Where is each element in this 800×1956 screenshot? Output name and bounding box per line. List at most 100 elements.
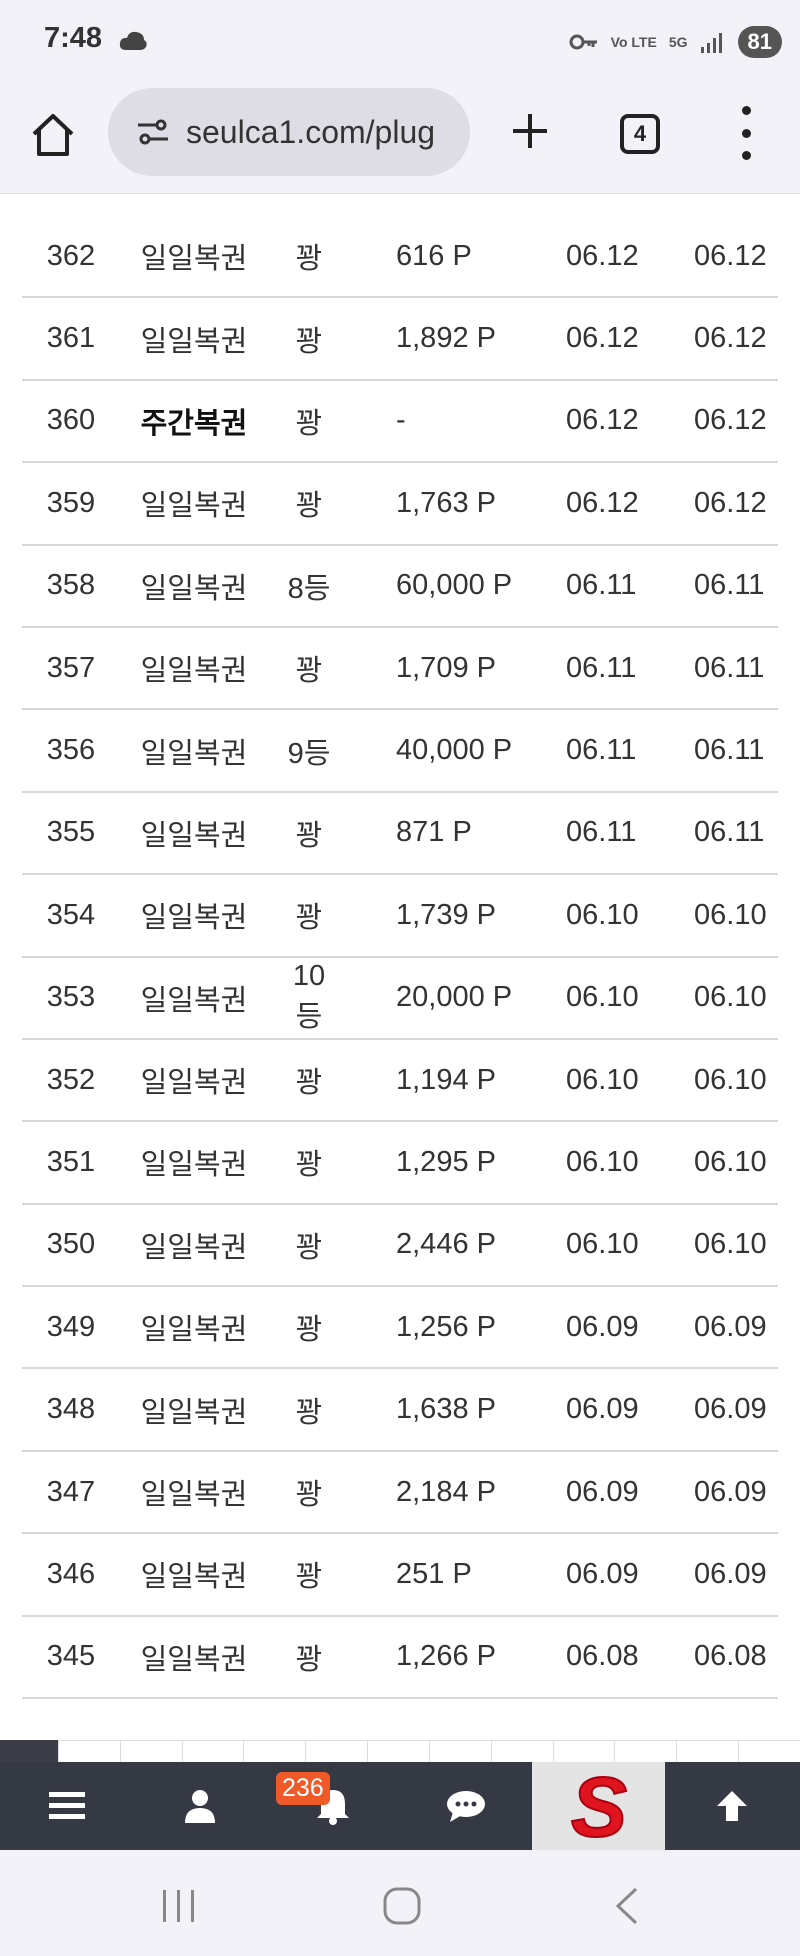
prize-points: 2,184 P <box>396 1475 496 1508</box>
new-tab-icon[interactable] <box>505 106 555 156</box>
issue-date: 06.09 <box>694 1310 767 1343</box>
row-number: 361 <box>46 322 96 355</box>
table-row[interactable]: 360 주간복권 꽝 - 06.12 06.12 <box>22 381 778 464</box>
site-settings-icon[interactable] <box>134 113 172 151</box>
status-bar: 7:48 Vo LTE 5G 81 <box>0 0 800 84</box>
lottery-name: 일일복권 <box>140 1149 248 1182</box>
more-menu-icon[interactable] <box>736 106 756 160</box>
prize-points: 1,256 P <box>396 1310 496 1343</box>
home-icon[interactable] <box>28 110 78 160</box>
lottery-name: 일일복권 <box>140 1479 248 1512</box>
row-number: 362 <box>46 239 96 272</box>
table-row[interactable]: 361 일일복권 꽝 1,892 P 06.12 06.12 <box>22 298 778 381</box>
prize-points: 251 P <box>396 1557 472 1590</box>
prize-points: 1,709 P <box>396 651 496 684</box>
issue-date: 06.12 <box>694 239 767 272</box>
table-row[interactable]: 346 일일복권 꽝 251 P 06.09 06.09 <box>22 1534 778 1617</box>
table-row[interactable]: 347 일일복권 꽝 2,184 P 06.09 06.09 <box>22 1452 778 1535</box>
table-row[interactable]: 359 일일복권 꽝 1,763 P 06.12 06.12 <box>22 463 778 546</box>
battery-indicator: 81 <box>737 26 782 58</box>
row-number: 348 <box>46 1393 96 1426</box>
prize-points: 1,266 P <box>396 1640 496 1673</box>
result-rank: 꽝 <box>295 407 323 440</box>
issue-date: 06.10 <box>694 981 767 1014</box>
row-number: 354 <box>46 898 96 931</box>
menu-icon <box>48 1792 85 1819</box>
android-home-icon[interactable] <box>382 1886 422 1926</box>
row-number: 353 <box>46 981 96 1014</box>
table-row[interactable]: 349 일일복권 꽝 1,256 P 06.09 06.09 <box>22 1287 778 1370</box>
back-icon[interactable] <box>612 1886 640 1926</box>
draw-date: 06.10 <box>566 1228 639 1261</box>
network-label: 5G <box>668 34 688 50</box>
scroll-top-button[interactable] <box>665 1762 798 1850</box>
url-bar[interactable]: seulca1.com/plug <box>108 88 470 176</box>
url-text[interactable]: seulca1.com/plug <box>186 114 435 151</box>
issue-date: 06.11 <box>694 569 765 602</box>
table-row[interactable]: 358 일일복권 8등 60,000 P 06.11 06.11 <box>22 546 778 628</box>
prize-points: 40,000 P <box>396 734 513 767</box>
row-number: 359 <box>46 486 96 519</box>
recents-icon[interactable] <box>160 1888 198 1924</box>
lottery-name: 일일복권 <box>140 1396 248 1429</box>
volte-label: Vo LTE <box>610 34 657 50</box>
result-rank: 꽝 <box>295 1231 323 1264</box>
result-rank: 꽝 <box>295 1314 323 1347</box>
prize-points: 1,763 P <box>396 486 496 519</box>
lottery-name: 일일복권 <box>140 984 248 1017</box>
prize-points: 1,194 P <box>396 1063 496 1096</box>
browser-toolbar: seulca1.com/plug 4 <box>0 84 800 194</box>
lottery-name: 일일복권 <box>140 737 248 770</box>
chat-icon <box>446 1791 485 1822</box>
draw-date: 06.10 <box>566 981 639 1014</box>
issue-date: 06.09 <box>694 1557 767 1590</box>
row-number: 347 <box>46 1475 96 1508</box>
row-number: 355 <box>46 816 96 849</box>
draw-date: 06.09 <box>566 1475 639 1508</box>
table-row[interactable]: 351 일일복권 꽝 1,295 P 06.10 06.10 <box>22 1122 778 1205</box>
lottery-name: 일일복권 <box>140 1067 248 1100</box>
chat-button[interactable] <box>399 1762 532 1850</box>
lottery-name: 일일복권 <box>140 572 248 605</box>
site-logo-button[interactable]: S <box>532 1762 665 1850</box>
tab-switcher-button[interactable]: 4 <box>620 114 660 154</box>
issue-date: 06.09 <box>694 1475 767 1508</box>
android-nav-bar <box>0 1850 800 1956</box>
draw-date: 06.09 <box>566 1310 639 1343</box>
table-row[interactable]: 354 일일복권 꽝 1,739 P 06.10 06.10 <box>22 875 778 958</box>
draw-date: 06.12 <box>566 322 639 355</box>
user-icon <box>184 1790 215 1823</box>
table-row[interactable]: 350 일일복권 꽝 2,446 P 06.10 06.10 <box>22 1205 778 1288</box>
table-row[interactable]: 353 일일복권 10등 20,000 P 06.10 06.10 <box>22 958 778 1040</box>
table-row[interactable]: 362 일일복권 꽝 616 P 06.12 06.12 <box>22 216 778 299</box>
lottery-name: 일일복권 <box>140 655 248 688</box>
menu-button[interactable] <box>0 1762 133 1850</box>
draw-date: 06.10 <box>566 1145 639 1178</box>
table-row[interactable]: 357 일일복권 꽝 1,709 P 06.11 06.11 <box>22 628 778 711</box>
table-row[interactable]: 345 일일복권 꽝 1,266 P 06.08 06.08 <box>22 1617 778 1700</box>
notification-badge: 236 <box>276 1772 330 1805</box>
table-row[interactable]: 348 일일복권 꽝 1,638 P 06.09 06.09 <box>22 1369 778 1452</box>
result-rank: 꽝 <box>295 1561 323 1594</box>
row-number: 345 <box>46 1640 96 1673</box>
table-row[interactable]: 352 일일복권 꽝 1,194 P 06.10 06.10 <box>22 1040 778 1123</box>
issue-date: 06.08 <box>694 1640 767 1673</box>
lottery-name: 일일복권 <box>140 243 248 276</box>
table-row[interactable]: 355 일일복권 꽝 871 P 06.11 06.11 <box>22 793 778 876</box>
prize-points: 2,446 P <box>396 1228 496 1261</box>
draw-date: 06.09 <box>566 1393 639 1426</box>
issue-date: 06.11 <box>694 651 765 684</box>
table-row[interactable]: 356 일일복권 9등 40,000 P 06.11 06.11 <box>22 710 778 793</box>
user-button[interactable] <box>133 1762 266 1850</box>
cloud-icon <box>119 31 147 50</box>
prize-points: 1,739 P <box>396 898 496 931</box>
lottery-name: 일일복권 <box>140 1231 248 1264</box>
draw-date: 06.10 <box>566 1063 639 1096</box>
row-number: 358 <box>46 569 96 602</box>
result-rank: 꽝 <box>295 1149 323 1182</box>
row-number: 349 <box>46 1310 96 1343</box>
issue-date: 06.12 <box>694 322 767 355</box>
row-number: 352 <box>46 1063 96 1096</box>
result-rank: 10등 <box>292 960 326 1034</box>
draw-date: 06.11 <box>566 651 637 684</box>
